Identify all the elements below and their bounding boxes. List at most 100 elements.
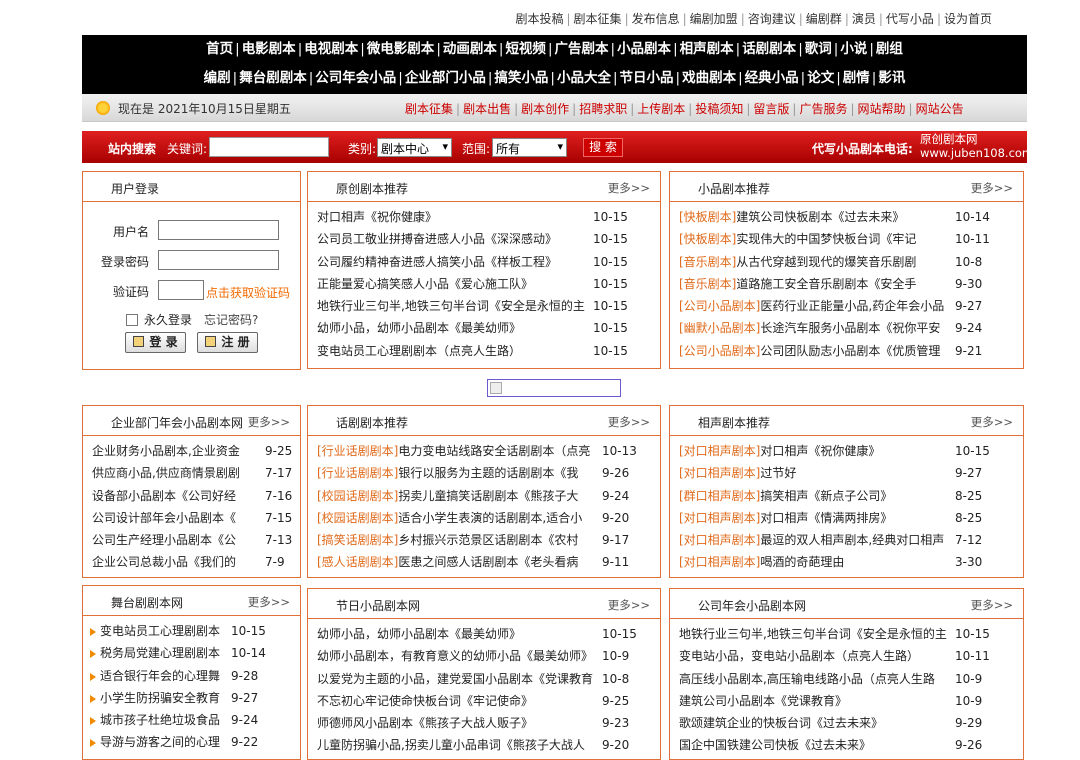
item-title[interactable]: [音乐剧本]道路施工安全音乐剧剧本《安全手 <box>679 273 947 295</box>
top-link[interactable]: 剧本投稿 <box>515 12 563 26</box>
item-tag[interactable]: [搞笑话剧剧本] <box>317 533 398 547</box>
item-tag[interactable]: [行业话剧剧本] <box>317 466 398 480</box>
item-tag[interactable]: [快板剧本] <box>679 232 736 246</box>
list-item[interactable]: [对口相声剧本]最逗的双人相声剧本,经典对口相声 7-12 <box>670 529 1023 551</box>
item-title[interactable]: 地铁行业三句半,地铁三句半台词《安全是永恒的主 <box>317 295 585 317</box>
list-item[interactable]: 地铁行业三句半,地铁三句半台词《安全是永恒的主 10-15 <box>670 623 1023 645</box>
list-item[interactable]: 师德师风小品剧本《熊孩子大战人贩子》 9-23 <box>308 712 660 734</box>
item-title[interactable]: [公司小品剧本]公司团队励志小品剧本《优质管理 <box>679 340 947 362</box>
nav-item[interactable]: 剧情 <box>843 70 870 86</box>
item-tag[interactable]: [对口相声剧本] <box>679 511 760 525</box>
item-tag[interactable]: [对口相声剧本] <box>679 533 760 547</box>
get-captcha-link[interactable]: 点击获取验证码 <box>206 284 290 301</box>
info-link[interactable]: 剧本出售 <box>463 102 511 116</box>
item-title[interactable]: 国企中国铁建公司快板《过去未来》 <box>679 734 947 756</box>
list-item[interactable]: 企业公司总裁小品《我们的 7-9 <box>83 551 300 573</box>
item-tag[interactable]: [对口相声剧本] <box>679 555 760 569</box>
list-item[interactable]: 高压线小品剧本,高压输电线路小品（点亮人生路 10-9 <box>670 668 1023 690</box>
item-title[interactable]: 适合银行年会的心理舞 <box>100 665 223 687</box>
nav-item[interactable]: 公司年会小品 <box>315 70 396 86</box>
nav-item[interactable]: 话剧剧本 <box>742 41 796 57</box>
remember-checkbox[interactable] <box>126 314 138 326</box>
item-title[interactable]: [校园话剧剧本]拐卖儿童搞笑话剧剧本《熊孩子大 <box>317 485 594 507</box>
list-item[interactable]: [快板剧本]实现伟大的中国梦快板台词《牢记 10-11 <box>670 228 1023 250</box>
info-link[interactable]: 招聘求职 <box>579 102 627 116</box>
item-title[interactable]: 幼师小品，幼师小品剧本《最美幼师》 <box>317 317 585 339</box>
item-title[interactable]: 对口相声《祝你健康》 <box>317 206 585 228</box>
username-input[interactable] <box>158 220 279 240</box>
top-link[interactable]: 设为首页 <box>944 12 992 26</box>
nav-item[interactable]: 小说 <box>840 41 867 57</box>
item-title[interactable]: [对口相声剧本]喝酒的奇葩理由 <box>679 551 947 573</box>
top-link[interactable]: 编剧群 <box>806 12 842 26</box>
list-item[interactable]: 幼师小品，幼师小品剧本《最美幼师》 10-15 <box>308 317 660 339</box>
item-title[interactable]: 设备部小品剧本《公司好经 <box>92 485 257 507</box>
list-item[interactable]: [群口相声剧本]搞笑相声《新点子公司》 8-25 <box>670 485 1023 507</box>
password-input[interactable] <box>158 250 279 270</box>
list-item[interactable]: 税务局党建心理剧剧本 10-14 <box>83 642 300 664</box>
item-title[interactable]: 儿童防拐骗小品,拐卖儿童小品串词《熊孩子大战人 <box>317 734 594 756</box>
item-title[interactable]: 建筑公司小品剧本《党课教育》 <box>679 690 947 712</box>
list-item[interactable]: [感人话剧剧本]医患之间感人话剧剧本《老头看病 9-11 <box>308 551 660 573</box>
more-link[interactable]: 更多>> <box>971 597 1013 613</box>
list-item[interactable]: [对口相声剧本]过节好 9-27 <box>670 462 1023 484</box>
top-link[interactable]: 代写小品 <box>886 12 934 26</box>
list-item[interactable]: 公司生产经理小品剧本《公 7-13 <box>83 529 300 551</box>
item-title[interactable]: 幼师小品，幼师小品剧本《最美幼师》 <box>317 623 594 645</box>
list-item[interactable]: [搞笑话剧剧本]乡村振兴示范景区话剧剧本《农村 9-17 <box>308 529 660 551</box>
nav-item[interactable]: 搞笑小品 <box>494 70 548 86</box>
list-item[interactable]: 城市孩子杜绝垃圾食品 9-24 <box>83 709 300 731</box>
item-title[interactable]: [感人话剧剧本]医患之间感人话剧剧本《老头看病 <box>317 551 594 573</box>
more-link[interactable]: 更多>> <box>608 180 650 196</box>
item-tag[interactable]: [行业话剧剧本] <box>317 444 398 458</box>
item-tag[interactable]: [校园话剧剧本] <box>317 511 398 525</box>
more-link[interactable]: 更多>> <box>248 594 290 610</box>
info-link[interactable]: 留言版 <box>753 102 789 116</box>
list-item[interactable]: [校园话剧剧本]适合小学生表演的话剧剧本,适合小 9-20 <box>308 507 660 529</box>
item-title[interactable]: 高压线小品剧本,高压输电线路小品（点亮人生路 <box>679 668 947 690</box>
category-select[interactable]: 剧本中心 ▾ <box>377 138 452 157</box>
captcha-input[interactable] <box>158 280 204 300</box>
list-item[interactable]: 小学生防拐骗安全教育 9-27 <box>83 687 300 709</box>
list-item[interactable]: [对口相声剧本]喝酒的奇葩理由 3-30 <box>670 551 1023 573</box>
nav-item[interactable]: 动画剧本 <box>443 41 497 57</box>
nav-item[interactable]: 电视剧本 <box>304 41 358 57</box>
item-title[interactable]: 城市孩子杜绝垃圾食品 <box>100 709 223 731</box>
item-tag[interactable]: [音乐剧本] <box>679 255 736 269</box>
nav-item[interactable]: 相声剧本 <box>680 41 734 57</box>
more-link[interactable]: 更多>> <box>608 597 650 613</box>
list-item[interactable]: 公司设计部年会小品剧本《 7-15 <box>83 507 300 529</box>
list-item[interactable]: 歌颂建筑企业的快板台词《过去未来》 9-29 <box>670 712 1023 734</box>
item-title[interactable]: 公司员工敬业拼搏奋进感人小品《深深感动》 <box>317 228 585 250</box>
list-item[interactable]: 幼师小品剧本，有教育意义的幼师小品《最美幼师》 10-9 <box>308 645 660 667</box>
item-title[interactable]: 税务局党建心理剧剧本 <box>100 642 223 664</box>
nav-item[interactable]: 小品剧本 <box>617 41 671 57</box>
item-tag[interactable]: [校园话剧剧本] <box>317 489 398 503</box>
list-item[interactable]: [音乐剧本]从古代穿越到现代的爆笑音乐剧剧 10-8 <box>670 251 1023 273</box>
list-item[interactable]: 变电站员工心理剧剧本 10-15 <box>83 620 300 642</box>
list-item[interactable]: 幼师小品，幼师小品剧本《最美幼师》 10-15 <box>308 623 660 645</box>
item-title[interactable]: [搞笑话剧剧本]乡村振兴示范景区话剧剧本《农村 <box>317 529 594 551</box>
item-title[interactable]: 公司设计部年会小品剧本《 <box>92 507 257 529</box>
list-item[interactable]: 国企中国铁建公司快板《过去未来》 9-26 <box>670 734 1023 756</box>
info-link[interactable]: 剧本创作 <box>521 102 569 116</box>
list-item[interactable]: [对口相声剧本]对口相声《情满两排房》 8-25 <box>670 507 1023 529</box>
nav-item[interactable]: 广告剧本 <box>555 41 609 57</box>
item-title[interactable]: [音乐剧本]从古代穿越到现代的爆笑音乐剧剧 <box>679 251 947 273</box>
item-title[interactable]: [校园话剧剧本]适合小学生表演的话剧剧本,适合小 <box>317 507 594 529</box>
item-title[interactable]: [对口相声剧本]对口相声《情满两排房》 <box>679 507 947 529</box>
nav-item[interactable]: 经典小品 <box>745 70 799 86</box>
list-item[interactable]: [校园话剧剧本]拐卖儿童搞笑话剧剧本《熊孩子大 9-24 <box>308 485 660 507</box>
list-item[interactable]: 建筑公司小品剧本《党课教育》 10-9 <box>670 690 1023 712</box>
item-tag[interactable]: [公司小品剧本] <box>679 299 760 313</box>
item-title[interactable]: 地铁行业三句半,地铁三句半台词《安全是永恒的主 <box>679 623 947 645</box>
item-title[interactable]: 企业公司总裁小品《我们的 <box>92 551 257 573</box>
login-button[interactable]: 登 录 <box>125 332 186 353</box>
list-item[interactable]: 变电站员工心理剧剧本（点亮人生路） 10-15 <box>308 340 660 362</box>
nav-item[interactable]: 短视频 <box>505 41 546 57</box>
nav-item[interactable]: 小品大全 <box>557 70 611 86</box>
item-tag[interactable]: [幽默小品剧本] <box>679 321 760 335</box>
search-button[interactable]: 搜 索 <box>583 138 623 157</box>
nav-item[interactable]: 首页 <box>206 41 233 57</box>
top-link[interactable]: 咨询建议 <box>748 12 796 26</box>
